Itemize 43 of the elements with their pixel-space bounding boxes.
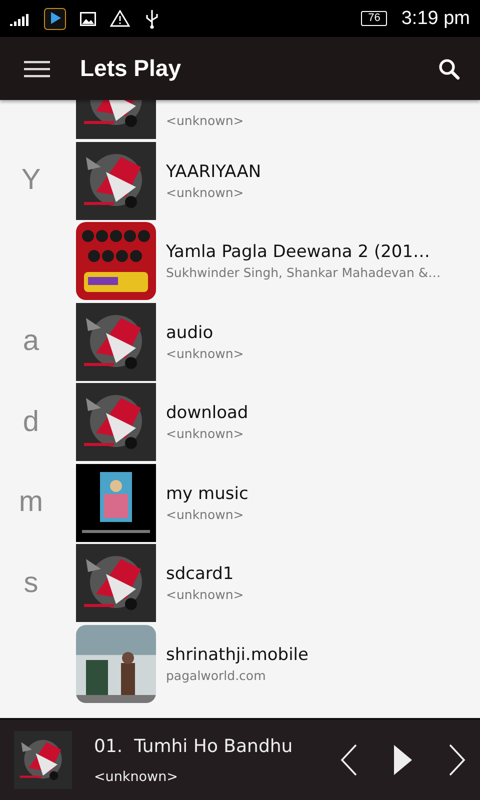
song-title: Yamla Pagla Deewana 2 (201… bbox=[166, 242, 432, 262]
song-row[interactable]: d download <unknown> bbox=[0, 382, 480, 462]
song-title: download bbox=[166, 403, 248, 424]
battery-level: 76 bbox=[361, 11, 388, 26]
menu-icon[interactable] bbox=[24, 60, 50, 78]
song-artist: Sukhwinder Singh, Shankar Mahadevan &… bbox=[166, 265, 441, 280]
song-title: sdcard1 bbox=[166, 564, 235, 584]
previous-button[interactable] bbox=[340, 744, 358, 776]
track-title: 01. Tumhi Ho Bandhu bbox=[94, 736, 294, 756]
play-icon bbox=[44, 8, 66, 30]
usb-icon bbox=[144, 8, 160, 28]
song-artist: <unknown> bbox=[166, 506, 245, 522]
song-row[interactable]: shrinathji.mobile pagalworld.com bbox=[0, 624, 480, 704]
app-title: Lets Play bbox=[80, 55, 182, 82]
index-letter: a bbox=[22, 325, 40, 358]
signal-icon bbox=[10, 12, 30, 26]
song-title: shrinathji.mobile bbox=[166, 644, 308, 665]
song-artist: <unknown> bbox=[166, 426, 245, 442]
song-artist: <unknown> bbox=[166, 587, 244, 602]
next-button[interactable] bbox=[448, 744, 466, 776]
index-letter: d bbox=[22, 406, 40, 439]
song-title: audio bbox=[166, 322, 214, 343]
index-letter: Y bbox=[20, 164, 42, 198]
clock: 3:19 pm bbox=[401, 8, 470, 30]
song-title: YAARIYAAN bbox=[166, 162, 262, 182]
search-icon[interactable] bbox=[438, 58, 460, 80]
song-row[interactable]: Yamla Pagla Deewana 2 (201… Sukhwinder Singh, Shankar Mahadevan &… bbox=[0, 221, 480, 302]
index-letter: m bbox=[18, 486, 44, 520]
index-letter: s bbox=[22, 566, 40, 600]
song-row[interactable]: m my music <unknown> bbox=[0, 462, 480, 543]
song-row[interactable]: <unknown> bbox=[0, 100, 480, 140]
song-artist: <unknown> bbox=[166, 112, 244, 128]
song-row[interactable]: s sdcard1 <unknown> bbox=[0, 543, 480, 624]
song-artist: <unknown> bbox=[166, 346, 244, 361]
song-artist: pagalworld.com bbox=[166, 668, 267, 683]
song-row[interactable]: a audio <unknown> bbox=[0, 302, 480, 382]
song-title: my music bbox=[166, 484, 248, 504]
song-row[interactable]: Y YAARIYAAN <unknown> bbox=[0, 140, 480, 221]
track-artist: <unknown> bbox=[94, 768, 179, 784]
play-button[interactable] bbox=[394, 745, 412, 775]
warning-icon bbox=[110, 10, 130, 27]
image-icon bbox=[80, 12, 96, 26]
song-artist: <unknown> bbox=[166, 184, 245, 200]
